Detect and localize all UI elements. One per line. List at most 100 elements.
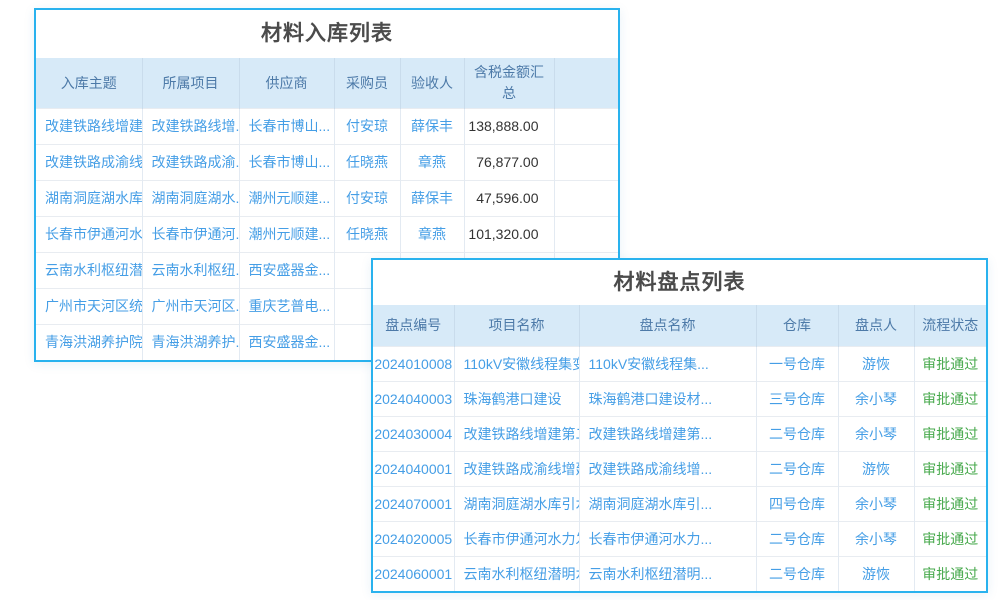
cell-stocktake-warehouse[interactable]: 一号仓库 [756, 346, 838, 381]
stocktake-list-card: 材料盘点列表 盘点编号 项目名称 盘点名称 仓库 盘点人 流程状态 202401… [371, 258, 988, 593]
stocktake-table-row: 2024060001 云南水利枢纽潜明水... 云南水利枢纽潜明... 二号仓库… [373, 556, 986, 591]
cell-inbound-subject[interactable]: 广州市天河区统... [36, 288, 142, 324]
cell-stocktake-status: 审批通过 [914, 416, 986, 451]
cell-inbound-acceptor[interactable]: 薛保丰 [400, 108, 464, 144]
col-header-stocktake-status: 流程状态 [914, 305, 986, 346]
col-header-stocktake-code: 盘点编号 [373, 305, 454, 346]
cell-inbound-project[interactable]: 湖南洞庭湖水... [142, 180, 239, 216]
cell-stocktake-project[interactable]: 珠海鹤港口建设 [454, 381, 579, 416]
inbound-table-row: 长春市伊通河水... 长春市伊通河... 潮州元顺建... 任晓燕 章燕 101… [36, 216, 618, 252]
cell-stocktake-person[interactable]: 余小琴 [838, 486, 914, 521]
cell-stocktake-status: 审批通过 [914, 556, 986, 591]
cell-stocktake-name[interactable]: 改建铁路成渝线增... [579, 451, 756, 486]
inbound-header-row: 入库主题 所属项目 供应商 采购员 验收人 含税金额汇总 [36, 58, 618, 108]
cell-stocktake-name[interactable]: 改建铁路线增建第... [579, 416, 756, 451]
cell-stocktake-name[interactable]: 湖南洞庭湖水库引... [579, 486, 756, 521]
inbound-header-filler [554, 58, 618, 108]
cell-stocktake-project[interactable]: 改建铁路成渝线增建... [454, 451, 579, 486]
cell-inbound-buyer[interactable]: 付安琼 [334, 180, 400, 216]
stocktake-table: 盘点编号 项目名称 盘点名称 仓库 盘点人 流程状态 2024010008 11… [373, 305, 986, 591]
cell-stocktake-person[interactable]: 余小琴 [838, 521, 914, 556]
cell-stocktake-code[interactable]: 2024030004 [373, 416, 454, 451]
cell-inbound-filler [554, 180, 618, 216]
cell-inbound-project[interactable]: 广州市天河区... [142, 288, 239, 324]
cell-inbound-supplier[interactable]: 重庆艺普电... [239, 288, 334, 324]
cell-stocktake-project[interactable]: 长春市伊通河水力发... [454, 521, 579, 556]
cell-inbound-subject[interactable]: 云南水利枢纽潜... [36, 252, 142, 288]
cell-stocktake-status: 审批通过 [914, 381, 986, 416]
cell-inbound-supplier[interactable]: 长春市博山... [239, 144, 334, 180]
cell-inbound-subject[interactable]: 改建铁路成渝线... [36, 144, 142, 180]
stocktake-table-row: 2024040001 改建铁路成渝线增建... 改建铁路成渝线增... 二号仓库… [373, 451, 986, 486]
cell-inbound-acceptor[interactable]: 章燕 [400, 216, 464, 252]
cell-inbound-project[interactable]: 长春市伊通河... [142, 216, 239, 252]
cell-stocktake-code[interactable]: 2024010008 [373, 346, 454, 381]
cell-stocktake-name[interactable]: 云南水利枢纽潜明... [579, 556, 756, 591]
cell-inbound-subject[interactable]: 青海洪湖养护院... [36, 324, 142, 360]
cell-stocktake-name[interactable]: 长春市伊通河水力... [579, 521, 756, 556]
cell-stocktake-warehouse[interactable]: 二号仓库 [756, 556, 838, 591]
cell-stocktake-name[interactable]: 110kV安徽线程集... [579, 346, 756, 381]
cell-inbound-buyer[interactable]: 付安琼 [334, 108, 400, 144]
col-header-inbound-subject: 入库主题 [36, 58, 142, 108]
stocktake-table-row: 2024010008 110kV安徽线程集变... 110kV安徽线程集... … [373, 346, 986, 381]
inbound-table-row: 改建铁路线增建... 改建铁路线增... 长春市博山... 付安琼 薛保丰 13… [36, 108, 618, 144]
cell-stocktake-code[interactable]: 2024040001 [373, 451, 454, 486]
inbound-table-row: 湖南洞庭湖水库... 湖南洞庭湖水... 潮州元顺建... 付安琼 薛保丰 47… [36, 180, 618, 216]
cell-inbound-amount: 47,596.00 [464, 180, 554, 216]
cell-stocktake-code[interactable]: 2024040003 [373, 381, 454, 416]
cell-stocktake-project[interactable]: 改建铁路线增建第二... [454, 416, 579, 451]
cell-stocktake-code[interactable]: 2024060001 [373, 556, 454, 591]
cell-inbound-buyer[interactable]: 任晓燕 [334, 216, 400, 252]
col-header-inbound-project: 所属项目 [142, 58, 239, 108]
col-header-inbound-buyer: 采购员 [334, 58, 400, 108]
cell-stocktake-status: 审批通过 [914, 521, 986, 556]
cell-inbound-acceptor[interactable]: 薛保丰 [400, 180, 464, 216]
cell-inbound-amount: 76,877.00 [464, 144, 554, 180]
cell-inbound-supplier[interactable]: 西安盛器金... [239, 252, 334, 288]
cell-stocktake-code[interactable]: 2024020005 [373, 521, 454, 556]
cell-stocktake-code[interactable]: 2024070001 [373, 486, 454, 521]
cell-stocktake-warehouse[interactable]: 四号仓库 [756, 486, 838, 521]
cell-stocktake-person[interactable]: 游恢 [838, 556, 914, 591]
cell-stocktake-person[interactable]: 游恢 [838, 346, 914, 381]
cell-inbound-supplier[interactable]: 西安盛器金... [239, 324, 334, 360]
cell-inbound-project[interactable]: 改建铁路成渝... [142, 144, 239, 180]
col-header-stocktake-name: 盘点名称 [579, 305, 756, 346]
cell-inbound-supplier[interactable]: 长春市博山... [239, 108, 334, 144]
cell-stocktake-status: 审批通过 [914, 451, 986, 486]
cell-stocktake-warehouse[interactable]: 二号仓库 [756, 451, 838, 486]
cell-stocktake-person[interactable]: 游恢 [838, 451, 914, 486]
cell-stocktake-project[interactable]: 湖南洞庭湖水库引水... [454, 486, 579, 521]
col-header-inbound-amount-label: 含税金额汇总 [471, 62, 547, 103]
cell-inbound-buyer[interactable]: 任晓燕 [334, 144, 400, 180]
col-header-stocktake-warehouse: 仓库 [756, 305, 838, 346]
cell-stocktake-warehouse[interactable]: 二号仓库 [756, 416, 838, 451]
inbound-list-title: 材料入库列表 [36, 10, 618, 58]
cell-inbound-subject[interactable]: 湖南洞庭湖水库... [36, 180, 142, 216]
cell-stocktake-warehouse[interactable]: 三号仓库 [756, 381, 838, 416]
cell-stocktake-project[interactable]: 110kV安徽线程集变... [454, 346, 579, 381]
col-header-stocktake-person: 盘点人 [838, 305, 914, 346]
cell-inbound-subject[interactable]: 改建铁路线增建... [36, 108, 142, 144]
cell-stocktake-name[interactable]: 珠海鹤港口建设材... [579, 381, 756, 416]
cell-inbound-project[interactable]: 云南水利枢纽... [142, 252, 239, 288]
col-header-inbound-acceptor: 验收人 [400, 58, 464, 108]
cell-inbound-subject[interactable]: 长春市伊通河水... [36, 216, 142, 252]
col-header-stocktake-project: 项目名称 [454, 305, 579, 346]
cell-inbound-supplier[interactable]: 潮州元顺建... [239, 216, 334, 252]
cell-inbound-filler [554, 216, 618, 252]
cell-stocktake-warehouse[interactable]: 二号仓库 [756, 521, 838, 556]
cell-inbound-project[interactable]: 改建铁路线增... [142, 108, 239, 144]
cell-inbound-filler [554, 108, 618, 144]
cell-inbound-supplier[interactable]: 潮州元顺建... [239, 180, 334, 216]
inbound-table-row: 改建铁路成渝线... 改建铁路成渝... 长春市博山... 任晓燕 章燕 76,… [36, 144, 618, 180]
cell-inbound-acceptor[interactable]: 章燕 [400, 144, 464, 180]
cell-inbound-project[interactable]: 青海洪湖养护... [142, 324, 239, 360]
cell-stocktake-person[interactable]: 余小琴 [838, 381, 914, 416]
stocktake-header-row: 盘点编号 项目名称 盘点名称 仓库 盘点人 流程状态 [373, 305, 986, 346]
cell-stocktake-person[interactable]: 余小琴 [838, 416, 914, 451]
stocktake-table-row: 2024040003 珠海鹤港口建设 珠海鹤港口建设材... 三号仓库 余小琴 … [373, 381, 986, 416]
col-header-inbound-amount: 含税金额汇总 [464, 58, 554, 108]
cell-stocktake-project[interactable]: 云南水利枢纽潜明水... [454, 556, 579, 591]
